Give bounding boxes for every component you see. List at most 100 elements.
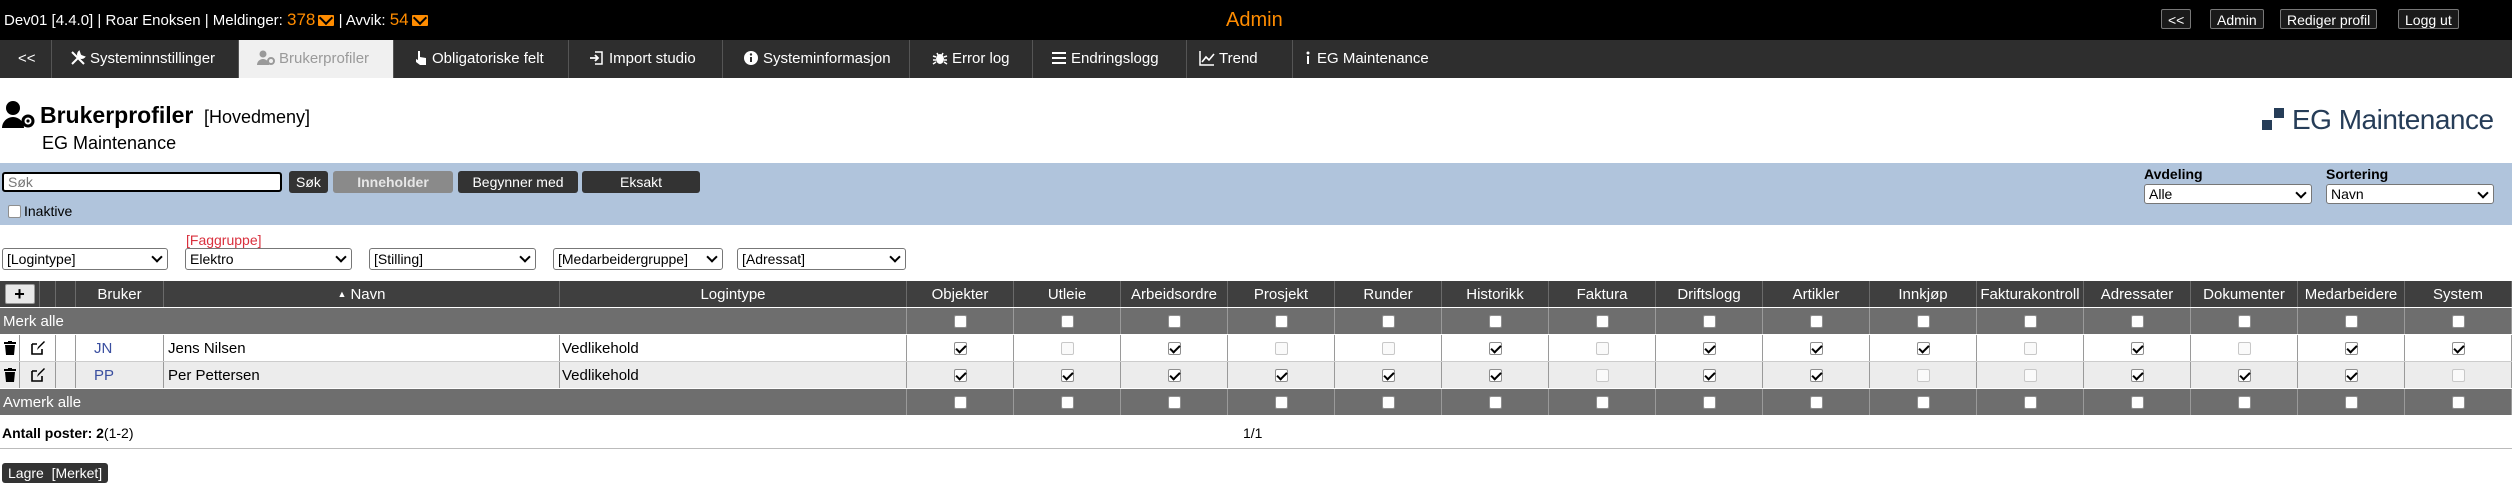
add-user-button[interactable]: + [4,284,35,304]
deselect-all-objekter-checkbox[interactable] [953,395,967,409]
select-all-link[interactable]: Merk alle [0,308,907,334]
tab-back[interactable]: << [0,40,52,78]
permission-medarbeidere-checkbox[interactable] [2344,341,2358,355]
tab-eg-maintenance[interactable]: EG Maintenance [1293,40,1453,78]
deselect-all-adressater-checkbox[interactable] [2130,395,2144,409]
user-abbr[interactable]: PP [76,362,164,388]
select-all-system-checkbox[interactable] [2451,314,2465,328]
deselect-all-dokumenter-checkbox[interactable] [2237,395,2251,409]
permission-objekter-checkbox[interactable] [953,341,967,355]
department-select[interactable]: Alle [2144,184,2312,204]
deselect-all-arbeidsordre-checkbox[interactable] [1167,395,1181,409]
exact-button[interactable]: Eksakt [582,171,700,193]
deselect-all-medarbeidere-checkbox[interactable] [2344,395,2358,409]
select-all-arbeidsordre-checkbox[interactable] [1167,314,1181,328]
permission-artikler-checkbox[interactable] [1809,341,1823,355]
admin-button[interactable]: Admin [2210,9,2264,29]
deselect-all-faktura-checkbox[interactable] [1595,395,1609,409]
select-all-adressater-checkbox[interactable] [2130,314,2144,328]
column-header-bruker[interactable]: Bruker [76,281,164,307]
envelope-icon[interactable] [411,15,428,26]
permission-historikk-checkbox[interactable] [1488,341,1502,355]
permission-prosjekt-checkbox[interactable] [1274,368,1288,382]
search-input[interactable] [2,172,282,192]
select-all-driftslogg-checkbox[interactable] [1702,314,1716,328]
deselect-all-driftslogg-checkbox[interactable] [1702,395,1716,409]
trash-icon[interactable] [3,368,16,382]
messages-count[interactable]: 378 [287,10,315,29]
starts-with-button[interactable]: Begynner med [458,171,578,193]
select-all-dokumenter-checkbox[interactable] [2237,314,2251,328]
deselect-all-prosjekt-checkbox[interactable] [1274,395,1288,409]
logintype-filter[interactable]: [Logintype] [2,248,168,270]
deselect-all-fakturakontroll-checkbox[interactable] [2023,395,2037,409]
permission-objekter-checkbox[interactable] [953,368,967,382]
select-all-historikk-checkbox[interactable] [1488,314,1502,328]
permission-driftslogg-checkbox[interactable] [1702,341,1716,355]
permission-system-checkbox[interactable] [2451,341,2465,355]
deselect-all-link[interactable]: Avmerk alle [0,389,907,415]
deselect-all-artikler-checkbox[interactable] [1809,395,1823,409]
tab-obligatoriske-felt[interactable]: Obligatoriske felt [394,40,569,78]
trash-icon[interactable] [3,341,16,355]
tab-systeminnstillinger[interactable]: Systeminnstillinger [52,40,239,78]
column-header-navn[interactable]: ▲ Navn [164,281,560,307]
tab-systeminformasjon[interactable]: Systeminformasjon [723,40,910,78]
permission-innkjop-checkbox[interactable] [1916,341,1930,355]
deselect-all-system-checkbox[interactable] [2451,395,2465,409]
tab-error-log[interactable]: Error log [910,40,1033,78]
faggruppe-filter[interactable]: Elektro [185,248,352,270]
table-row[interactable]: PP Per Pettersen Vedlikehold [0,362,2512,388]
edit-profile-button[interactable]: Rediger profil [2280,9,2378,29]
envelope-icon[interactable] [318,15,335,26]
column-header-logintype[interactable]: Logintype [560,281,907,307]
select-all-medarbeidere-checkbox[interactable] [2344,314,2358,328]
permission-runder-checkbox[interactable] [1381,368,1395,382]
select-all-fakturakontroll-checkbox[interactable] [2023,314,2037,328]
contains-button[interactable]: Inneholder [333,171,453,193]
deselect-all-runder-checkbox[interactable] [1381,395,1395,409]
deviations-count[interactable]: 54 [390,10,409,29]
select-all-prosjekt-checkbox[interactable] [1274,314,1288,328]
stilling-filter[interactable]: [Stilling] [369,248,536,270]
sort-select[interactable]: Navn [2326,184,2494,204]
adressat-filter[interactable]: [Adressat] [737,248,906,270]
edit-icon[interactable] [30,367,46,383]
tab-import-studio[interactable]: Import studio [569,40,723,78]
medarbeidergruppe-filter[interactable]: [Medarbeidergruppe] [553,248,723,270]
select-all-faktura-checkbox[interactable] [1595,314,1609,328]
table-row[interactable]: JN Jens Nilsen Vedlikehold [0,335,2512,362]
deselect-all-row: Avmerk alle [0,389,2512,415]
permission-utleie-checkbox[interactable] [1060,368,1074,382]
tab-endringslogg[interactable]: Endringslogg [1033,40,1187,78]
inactive-filter[interactable]: Inaktive [8,203,72,219]
tab-brukerprofiler[interactable]: Brukerprofiler [239,40,394,78]
select-all-objekter-checkbox[interactable] [953,314,967,328]
permission-adressater-checkbox[interactable] [2130,341,2144,355]
current-user: Roar Enoksen [105,12,201,29]
user-abbr[interactable]: JN [76,335,164,361]
deselect-all-historikk-checkbox[interactable] [1488,395,1502,409]
permission-adressater-checkbox[interactable] [2130,368,2144,382]
permission-historikk-checkbox[interactable] [1488,368,1502,382]
permission-driftslogg-checkbox[interactable] [1702,368,1716,382]
permission-artikler-checkbox[interactable] [1809,368,1823,382]
tab-trend[interactable]: Trend [1187,40,1293,78]
top-back-button[interactable]: << [2161,9,2192,29]
deselect-all-utleie-checkbox[interactable] [1060,395,1074,409]
search-button[interactable]: Søk [289,171,328,193]
deselect-all-innkjop-checkbox[interactable] [1916,395,1930,409]
permission-dokumenter-checkbox[interactable] [2237,368,2251,382]
save-marked-button[interactable]: Lagre [Merket] [2,463,109,483]
edit-icon[interactable] [30,340,46,356]
inactive-checkbox[interactable] [8,205,21,218]
logout-button[interactable]: Logg ut [2398,9,2459,29]
permission-arbeidsordre-checkbox[interactable] [1167,341,1181,355]
select-all-runder-checkbox[interactable] [1381,314,1395,328]
select-all-utleie-checkbox[interactable] [1060,314,1074,328]
select-all-artikler-checkbox[interactable] [1809,314,1823,328]
page-title-suffix[interactable]: [Hovedmeny] [204,107,310,128]
permission-arbeidsordre-checkbox[interactable] [1167,368,1181,382]
select-all-innkjop-checkbox[interactable] [1916,314,1930,328]
permission-medarbeidere-checkbox[interactable] [2344,368,2358,382]
